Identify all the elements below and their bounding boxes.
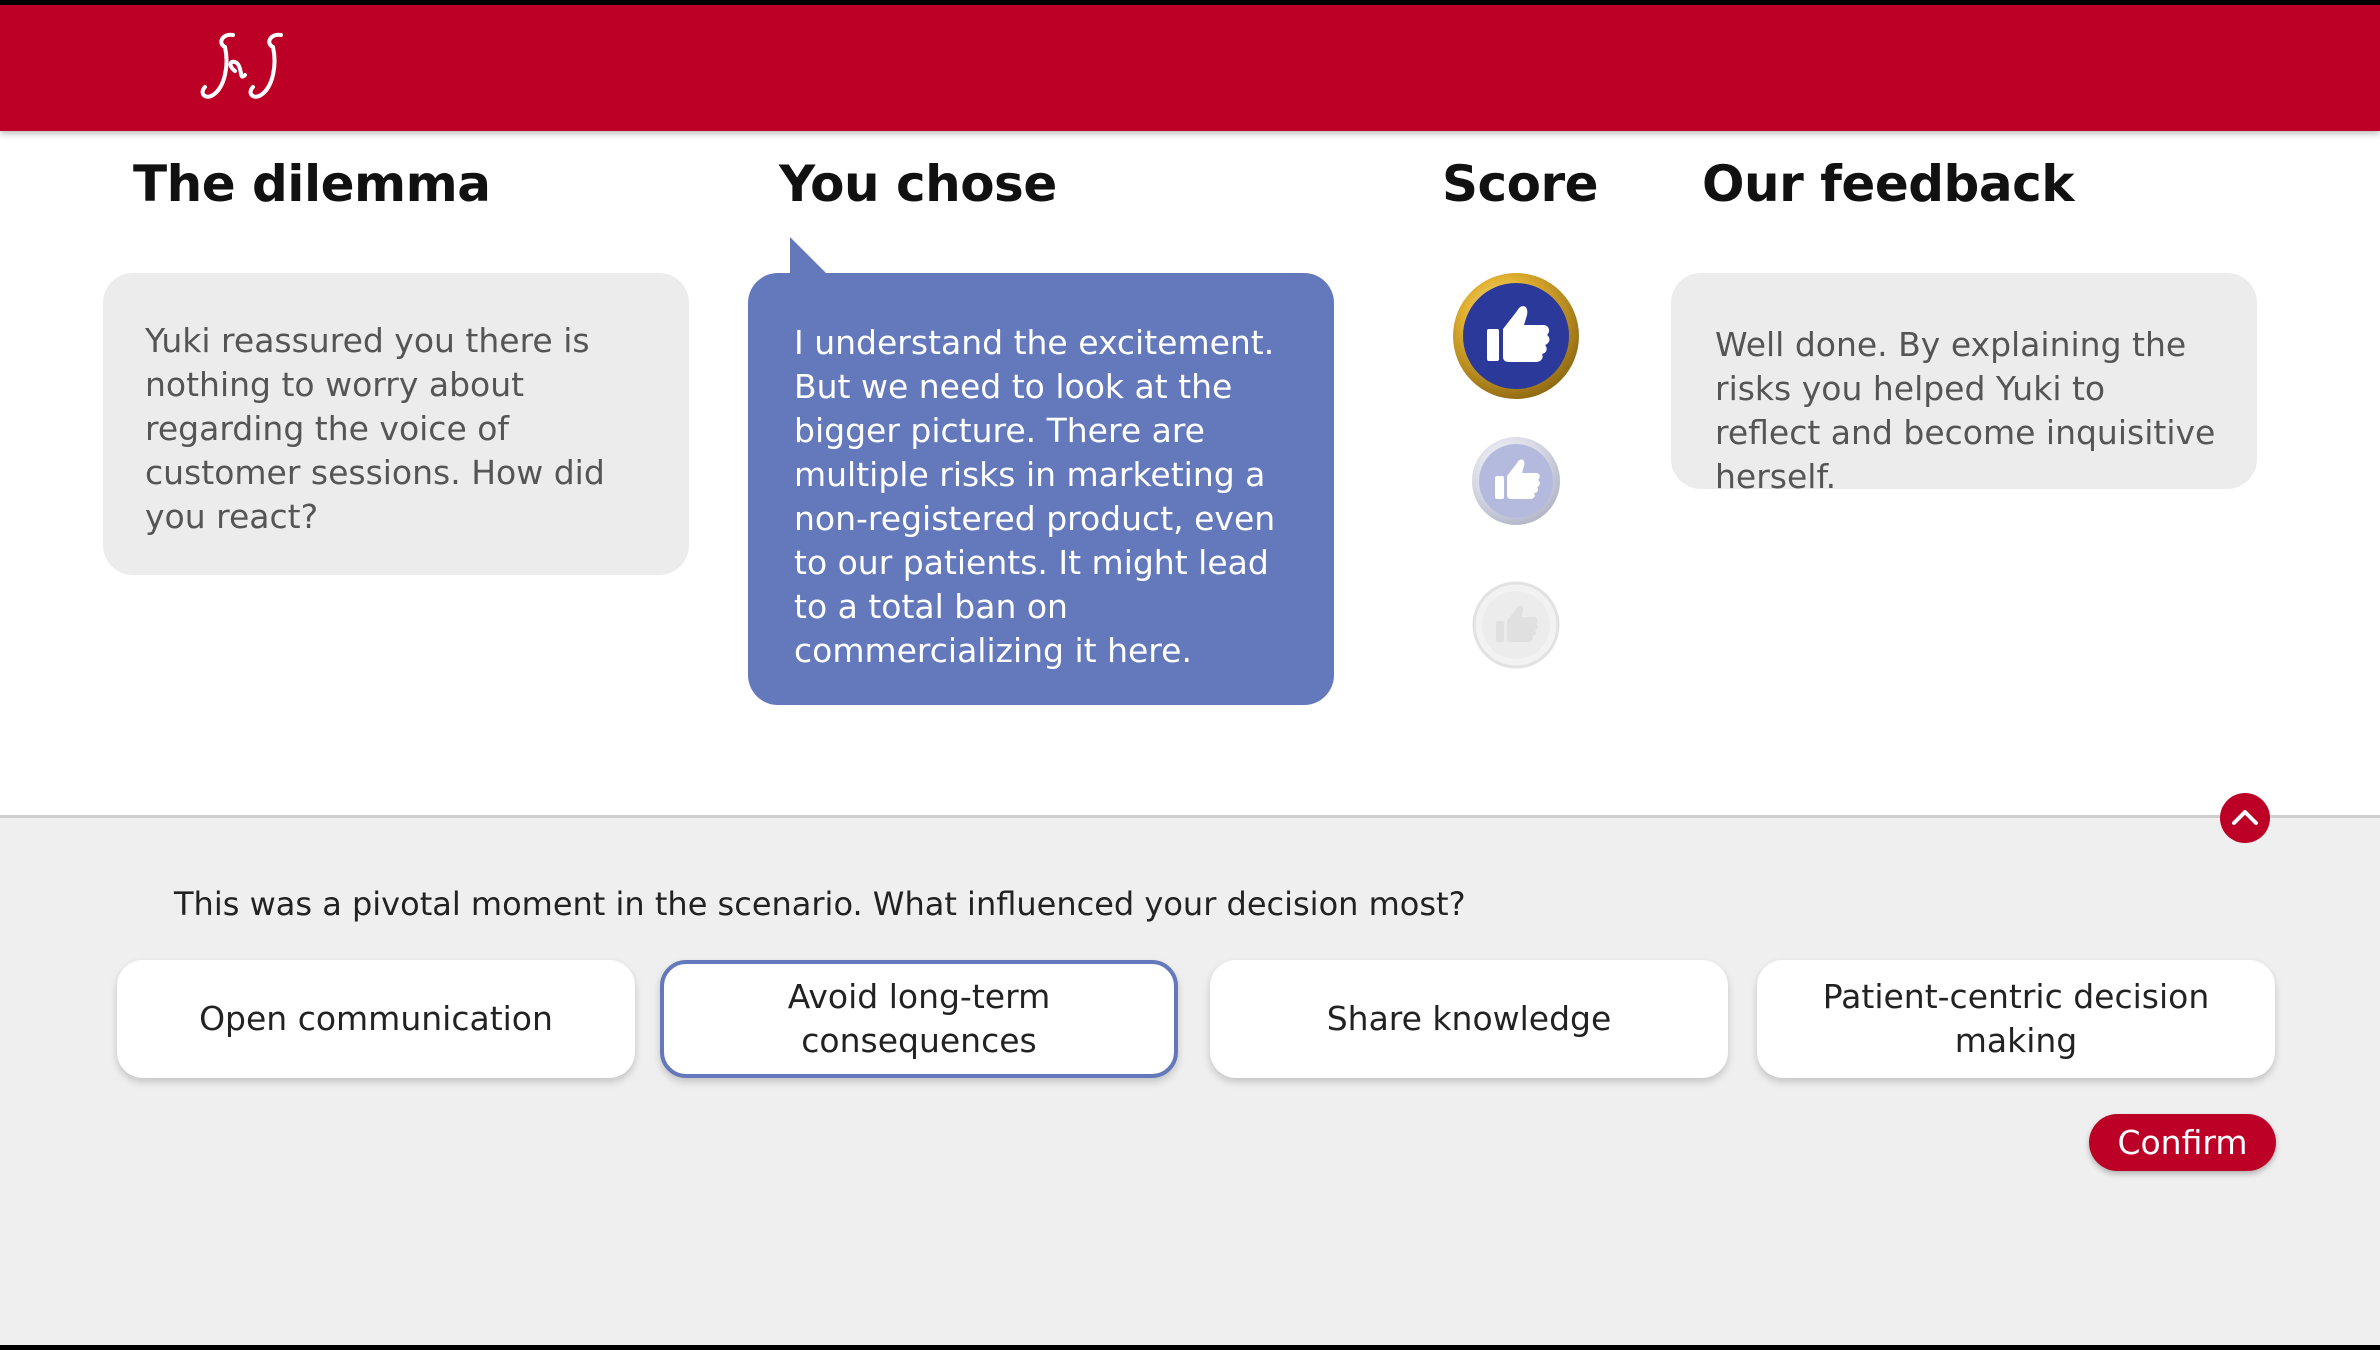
option-label: Avoid long-term consequences	[787, 977, 1051, 1060]
feedback-text: Well done. By explaining the risks you h…	[1715, 325, 2216, 496]
option-share-knowledge[interactable]: Share knowledge	[1210, 960, 1728, 1078]
option-avoid-long-term-consequences[interactable]: Avoid long-term consequences	[660, 960, 1178, 1078]
confirm-button[interactable]: Confirm	[2089, 1114, 2276, 1171]
option-label: Patient-centric decision making	[1822, 977, 2210, 1060]
reflection-question: This was a pivotal moment in the scenari…	[174, 885, 1466, 923]
feedback-card: Well done. By explaining the risks you h…	[1671, 273, 2257, 496]
option-label: Open communication	[199, 999, 553, 1038]
speech-bubble-tail	[790, 237, 828, 275]
option-open-communication[interactable]: Open communication	[117, 960, 635, 1078]
thumbs-up-faded-icon	[1472, 581, 1560, 669]
score-title: Score	[1442, 155, 1599, 213]
brand-logo	[200, 32, 283, 99]
dilemma-title: The dilemma	[133, 155, 491, 213]
dilemma-card: Yuki reassured you there is nothing to w…	[103, 273, 689, 575]
choice-speech-bubble: I understand the excitement. But we need…	[748, 273, 1334, 705]
chevron-up-icon	[2232, 810, 2258, 825]
top-bar	[0, 5, 2380, 131]
option-label: Share knowledge	[1326, 999, 1612, 1038]
thumbs-up-gold-icon	[1453, 273, 1579, 399]
thumbs-up-silver-icon	[1472, 437, 1560, 525]
collapse-panel-button[interactable]	[2220, 793, 2270, 843]
choice-text: I understand the excitement. But we need…	[794, 323, 1276, 670]
feedback-title: Our feedback	[1702, 155, 2074, 213]
app-window: The dilemma You chose Score Our feedback…	[0, 5, 2380, 1345]
dilemma-text: Yuki reassured you there is nothing to w…	[145, 321, 605, 536]
option-patient-centric-decision-making[interactable]: Patient-centric decision making	[1757, 960, 2275, 1078]
choice-title: You chose	[779, 155, 1057, 213]
